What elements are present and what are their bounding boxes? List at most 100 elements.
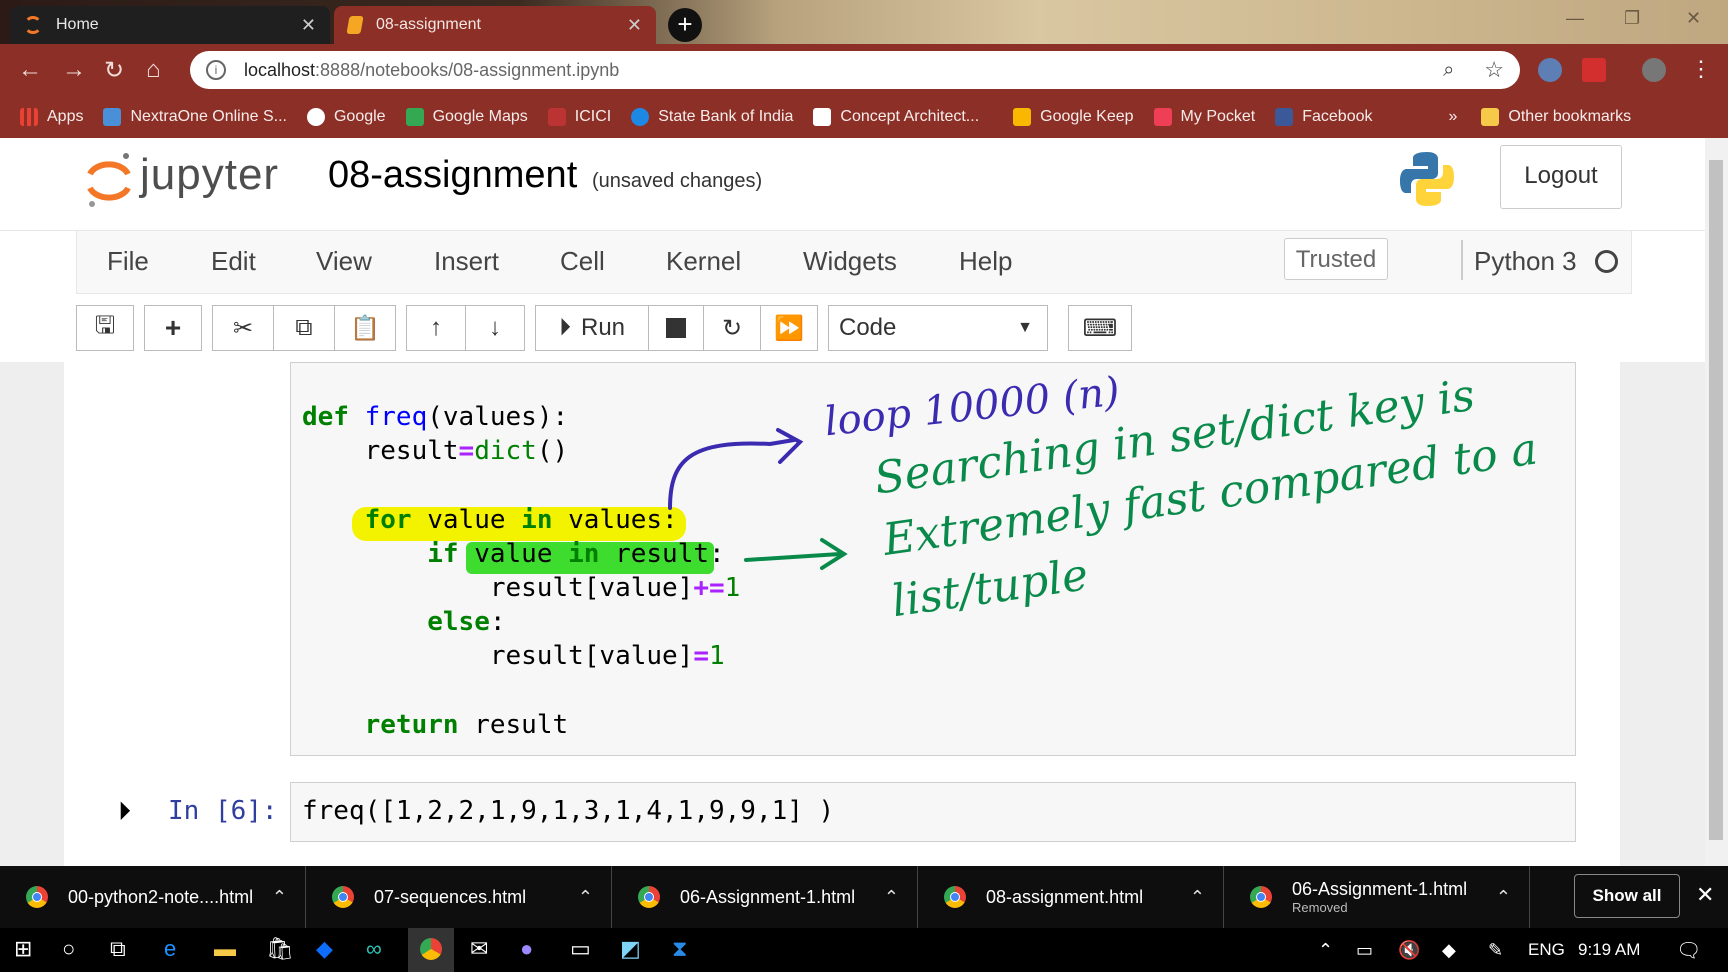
file-explorer-icon[interactable]: ▬	[214, 936, 236, 962]
windows-start-icon[interactable]: ⊞	[14, 936, 32, 962]
download-item[interactable]: 06-Assignment-1.html Removed ⌃	[1224, 866, 1530, 928]
menu-kernel[interactable]: Kernel	[666, 246, 741, 277]
chevron-up-icon[interactable]: ⌃	[272, 887, 287, 908]
battery-icon[interactable]: ▭	[1356, 940, 1373, 961]
extension-icon[interactable]	[1582, 58, 1606, 82]
tab-title: Home	[56, 16, 99, 33]
pen-icon[interactable]: ✎	[1488, 940, 1503, 961]
jupyter-logo-text[interactable]: jupyter	[140, 150, 279, 200]
menu-help[interactable]: Help	[959, 246, 1012, 277]
insert-cell-button[interactable]: +	[144, 305, 202, 351]
menu-file[interactable]: File	[107, 246, 149, 277]
bookmark-google-keep[interactable]: Google Keep	[1013, 108, 1134, 126]
address-bar[interactable]: i localhost:8888/notebooks/08-assignment…	[190, 51, 1520, 89]
vscode-icon[interactable]: ⧗	[672, 936, 687, 962]
chrome-icon	[944, 886, 966, 908]
other-bookmarks[interactable]: Other bookmarks	[1481, 108, 1631, 126]
app-icon[interactable]: ●	[520, 936, 533, 962]
bookmark-facebook[interactable]: Facebook	[1275, 108, 1373, 126]
chrome-taskbar-button[interactable]	[408, 928, 454, 972]
paste-button[interactable]: 📋	[334, 305, 396, 351]
notifications-icon[interactable]: 🗨	[1676, 938, 1701, 963]
menu-icon[interactable]: ⋮	[1690, 56, 1712, 82]
chrome-icon	[420, 938, 442, 960]
bookmark-icici[interactable]: ICICI	[547, 108, 611, 126]
menu-view[interactable]: View	[316, 246, 372, 277]
clock[interactable]: 9:19 AM	[1578, 940, 1640, 960]
dropbox-icon[interactable]: ◆	[316, 936, 333, 962]
menu-insert[interactable]: Insert	[434, 246, 499, 277]
avatar[interactable]	[1642, 58, 1666, 82]
more-bookmarks-button[interactable]: »	[1449, 108, 1458, 126]
trusted-badge[interactable]: Trusted	[1284, 238, 1388, 280]
scrollbar-thumb[interactable]	[1709, 160, 1723, 840]
close-icon[interactable]: ✕	[1696, 882, 1714, 908]
close-icon[interactable]: ✕	[301, 15, 316, 36]
pocket-icon	[1153, 108, 1172, 126]
copy-button[interactable]: ⧉	[273, 305, 335, 351]
move-down-button[interactable]: ↓	[465, 305, 525, 351]
cortana-icon[interactable]: ○	[62, 936, 75, 962]
bookmark-apps[interactable]: Apps	[20, 108, 83, 126]
chrome-icon	[638, 886, 660, 908]
chevron-up-icon[interactable]: ⌃	[1190, 887, 1205, 908]
edge-icon[interactable]: e	[164, 936, 176, 962]
home-icon[interactable]: ⌂	[146, 56, 161, 84]
close-window-icon[interactable]: ✕	[1686, 8, 1701, 29]
download-item[interactable]: 00-python2-note....html ⌃	[0, 866, 306, 928]
star-icon[interactable]: ☆	[1484, 57, 1504, 83]
run-cell-icon[interactable]: ⏵	[118, 796, 131, 828]
taskbar	[0, 928, 1728, 972]
extension-icon[interactable]	[1538, 58, 1562, 82]
arrow-up-icon: ↑	[430, 314, 442, 341]
logout-button[interactable]: Logout	[1500, 145, 1622, 209]
infinity-icon[interactable]: ∞	[366, 936, 382, 962]
store-icon[interactable]: 🛍	[266, 936, 294, 962]
move-up-button[interactable]: ↑	[406, 305, 466, 351]
save-button[interactable]: 🖫	[76, 305, 134, 351]
reload-icon[interactable]: ↻	[104, 56, 124, 85]
zoom-icon[interactable]: ⌕	[1443, 59, 1454, 82]
dropbox-icon[interactable]: ◆	[1442, 940, 1456, 961]
bookmark-sbi[interactable]: State Bank of India	[631, 108, 793, 126]
tab-home[interactable]: Home ✕	[10, 6, 330, 44]
menu-edit[interactable]: Edit	[211, 246, 256, 277]
chevron-up-icon[interactable]: ⌃	[1496, 887, 1511, 908]
kernel-name[interactable]: Python 3	[1474, 246, 1577, 277]
task-view-icon[interactable]: ⧉	[110, 936, 126, 962]
bookmark-concept-architect[interactable]: Concept Architect...	[813, 108, 979, 126]
app-icon[interactable]: ◩	[620, 936, 641, 962]
download-item[interactable]: 06-Assignment-1.html ⌃	[612, 866, 918, 928]
language-indicator[interactable]: ENG	[1528, 940, 1565, 960]
new-tab-button[interactable]: +	[668, 8, 702, 42]
forward-icon[interactable]: →	[62, 56, 86, 84]
chevron-up-icon[interactable]: ⌃	[578, 887, 593, 908]
step-forward-icon: ⏵	[558, 314, 571, 341]
apps-grid-icon	[20, 108, 38, 126]
volume-muted-icon[interactable]: 🔇	[1398, 940, 1420, 961]
chevron-up-icon[interactable]: ⌃	[1318, 940, 1333, 961]
cut-button[interactable]: ✂	[212, 305, 274, 351]
bookmark-my-pocket[interactable]: My Pocket	[1153, 108, 1255, 126]
download-item[interactable]: 08-assignment.html ⌃	[918, 866, 1224, 928]
keyboard-icon: ⌨	[1082, 314, 1118, 342]
bookmark-nextraone[interactable]: NextraOne Online S...	[103, 108, 287, 126]
bookmark-google[interactable]: Google	[306, 108, 386, 126]
menu-cell[interactable]: Cell	[560, 246, 605, 277]
jupyter-logo-icon[interactable]	[84, 150, 134, 210]
notebook-title[interactable]: 08-assignment	[328, 154, 577, 197]
chevron-up-icon[interactable]: ⌃	[884, 887, 899, 908]
bookmark-google-maps[interactable]: Google Maps	[405, 108, 528, 126]
terminal-icon[interactable]: ▭	[570, 936, 591, 962]
save-icon: 🖫	[94, 311, 116, 339]
code-line: return result	[364, 710, 569, 740]
mail-icon[interactable]: ✉	[470, 936, 488, 962]
minimize-icon[interactable]: —	[1566, 8, 1584, 29]
back-icon[interactable]: ←	[18, 56, 42, 84]
show-all-button[interactable]: Show all	[1574, 874, 1680, 918]
restore-icon[interactable]: ❐	[1624, 8, 1640, 29]
tab-08-assignment[interactable]: 08-assignment ✕	[334, 6, 656, 44]
download-item[interactable]: 07-sequences.html ⌃	[306, 866, 612, 928]
menu-widgets[interactable]: Widgets	[803, 246, 897, 277]
close-icon[interactable]: ✕	[627, 15, 642, 36]
